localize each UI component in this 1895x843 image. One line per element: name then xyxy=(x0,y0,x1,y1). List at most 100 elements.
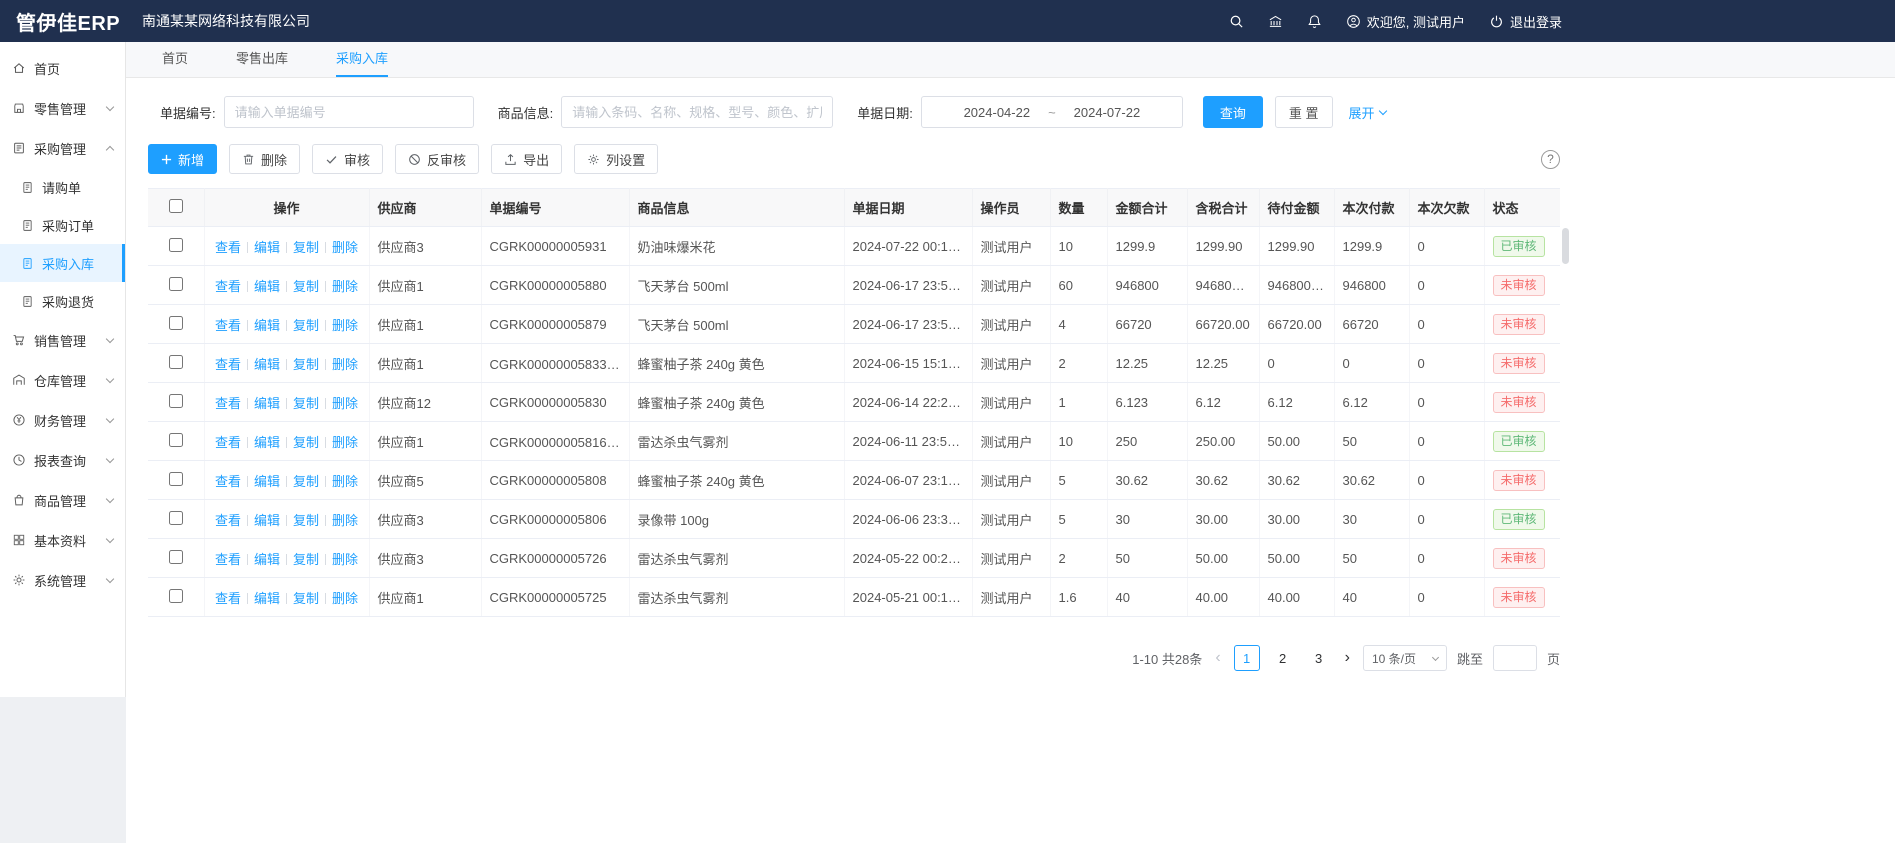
delete-link[interactable]: 删除 xyxy=(332,591,358,606)
sidebar-item-system[interactable]: 系统管理 xyxy=(0,560,125,600)
view-link[interactable]: 查看 xyxy=(215,396,241,411)
sidebar-item-goods[interactable]: 商品管理 xyxy=(0,480,125,520)
delete-link[interactable]: 删除 xyxy=(332,279,358,294)
date-range-picker[interactable]: 2024-04-22 ~ 2024-07-22 xyxy=(921,96,1183,128)
bell-icon[interactable] xyxy=(1307,14,1322,29)
logout-button[interactable]: 退出登录 xyxy=(1489,12,1562,31)
copy-link[interactable]: 复制 xyxy=(293,474,319,489)
delete-link[interactable]: 删除 xyxy=(332,474,358,489)
edit-link[interactable]: 编辑 xyxy=(254,435,280,450)
edit-link[interactable]: 编辑 xyxy=(254,513,280,528)
date-from-value[interactable]: 2024-04-22 xyxy=(964,105,1031,120)
copy-link[interactable]: 复制 xyxy=(293,513,319,528)
edit-link[interactable]: 编辑 xyxy=(254,591,280,606)
edit-link[interactable]: 编辑 xyxy=(254,240,280,255)
delete-link[interactable]: 删除 xyxy=(332,552,358,567)
welcome-user[interactable]: 欢迎您, 测试用户 xyxy=(1346,12,1465,31)
edit-link[interactable]: 编辑 xyxy=(254,357,280,372)
sidebar-item-warehouse[interactable]: 仓库管理 xyxy=(0,360,125,400)
delete-button[interactable]: 删除 xyxy=(229,144,300,174)
reset-button[interactable]: 重 置 xyxy=(1275,96,1333,128)
row-checkbox[interactable] xyxy=(169,316,183,330)
view-link[interactable]: 查看 xyxy=(215,474,241,489)
delete-link[interactable]: 删除 xyxy=(332,357,358,372)
tab-retail-outbound[interactable]: 零售出库 xyxy=(236,42,288,77)
view-link[interactable]: 查看 xyxy=(215,318,241,333)
approve-button[interactable]: 审核 xyxy=(312,144,383,174)
bank-icon[interactable] xyxy=(1268,14,1283,29)
link-separator xyxy=(286,359,287,370)
sidebar-item-retail[interactable]: 零售管理 xyxy=(0,88,125,128)
view-link[interactable]: 查看 xyxy=(215,435,241,450)
tab-home[interactable]: 首页 xyxy=(162,42,188,77)
row-checkbox[interactable] xyxy=(169,238,183,252)
delete-link[interactable]: 删除 xyxy=(332,240,358,255)
table-scrollbar-thumb[interactable] xyxy=(1562,228,1569,264)
sidebar-item-finance[interactable]: 财务管理 xyxy=(0,400,125,440)
page-button-2[interactable]: 2 xyxy=(1270,645,1296,671)
delete-link[interactable]: 删除 xyxy=(332,435,358,450)
search-icon[interactable] xyxy=(1229,14,1244,29)
date-to-value[interactable]: 2024-07-22 xyxy=(1074,105,1141,120)
row-checkbox[interactable] xyxy=(169,472,183,486)
sidebar-item-basic-data[interactable]: 基本资料 xyxy=(0,520,125,560)
delete-link[interactable]: 删除 xyxy=(332,513,358,528)
row-checkbox[interactable] xyxy=(169,433,183,447)
sidebar-item-purchase-inbound[interactable]: 采购入库 xyxy=(0,244,125,282)
copy-link[interactable]: 复制 xyxy=(293,591,319,606)
sidebar-item-sales[interactable]: 销售管理 xyxy=(0,320,125,360)
jump-page-input[interactable] xyxy=(1493,645,1537,671)
row-checkbox[interactable] xyxy=(169,511,183,525)
prev-page-button[interactable]: ‹ xyxy=(1212,645,1223,671)
edit-link[interactable]: 编辑 xyxy=(254,279,280,294)
copy-link[interactable]: 复制 xyxy=(293,552,319,567)
sidebar-item-purchase[interactable]: 采购管理 xyxy=(0,128,125,168)
view-link[interactable]: 查看 xyxy=(215,591,241,606)
edit-link[interactable]: 编辑 xyxy=(254,396,280,411)
tab-purchase-inbound[interactable]: 采购入库 xyxy=(336,42,388,77)
delete-link[interactable]: 删除 xyxy=(332,396,358,411)
export-button[interactable]: 导出 xyxy=(491,144,562,174)
select-all-checkbox[interactable] xyxy=(169,199,183,213)
view-link[interactable]: 查看 xyxy=(215,513,241,528)
expand-link[interactable]: 展开 xyxy=(1349,103,1386,122)
cell-qty: 60 xyxy=(1050,266,1107,305)
sidebar-item-purchase-order[interactable]: 采购订单 xyxy=(0,206,125,244)
sidebar-item-purchase-request[interactable]: 请购单 xyxy=(0,168,125,206)
view-link[interactable]: 查看 xyxy=(215,357,241,372)
row-checkbox[interactable] xyxy=(169,589,183,603)
column-settings-button[interactable]: 列设置 xyxy=(574,144,658,174)
product-info-input[interactable] xyxy=(561,96,833,128)
copy-link[interactable]: 复制 xyxy=(293,435,319,450)
view-link[interactable]: 查看 xyxy=(215,240,241,255)
sidebar-item-home[interactable]: 首页 xyxy=(0,48,125,88)
row-checkbox[interactable] xyxy=(169,550,183,564)
page-size-select[interactable]: 10 条/页 xyxy=(1363,645,1447,671)
cell-debt: 0 xyxy=(1409,383,1484,422)
copy-link[interactable]: 复制 xyxy=(293,396,319,411)
copy-link[interactable]: 复制 xyxy=(293,240,319,255)
doc-no-input[interactable] xyxy=(224,96,474,128)
edit-link[interactable]: 编辑 xyxy=(254,318,280,333)
delete-link[interactable]: 删除 xyxy=(332,318,358,333)
unapprove-button[interactable]: 反审核 xyxy=(395,144,479,174)
page-button-3[interactable]: 3 xyxy=(1306,645,1332,671)
search-button[interactable]: 查询 xyxy=(1203,96,1263,128)
cell-supplier: 供应商1 xyxy=(369,578,481,617)
sidebar-item-purchase-return[interactable]: 采购退货 xyxy=(0,282,125,320)
next-page-button[interactable]: › xyxy=(1342,645,1353,671)
sidebar-item-reports[interactable]: 报表查询 xyxy=(0,440,125,480)
row-checkbox[interactable] xyxy=(169,394,183,408)
row-checkbox[interactable] xyxy=(169,355,183,369)
help-icon[interactable]: ? xyxy=(1541,150,1560,169)
row-checkbox[interactable] xyxy=(169,277,183,291)
view-link[interactable]: 查看 xyxy=(215,279,241,294)
copy-link[interactable]: 复制 xyxy=(293,357,319,372)
view-link[interactable]: 查看 xyxy=(215,552,241,567)
copy-link[interactable]: 复制 xyxy=(293,279,319,294)
copy-link[interactable]: 复制 xyxy=(293,318,319,333)
edit-link[interactable]: 编辑 xyxy=(254,474,280,489)
edit-link[interactable]: 编辑 xyxy=(254,552,280,567)
page-button-1[interactable]: 1 xyxy=(1234,645,1260,671)
add-button[interactable]: 新增 xyxy=(148,144,217,174)
